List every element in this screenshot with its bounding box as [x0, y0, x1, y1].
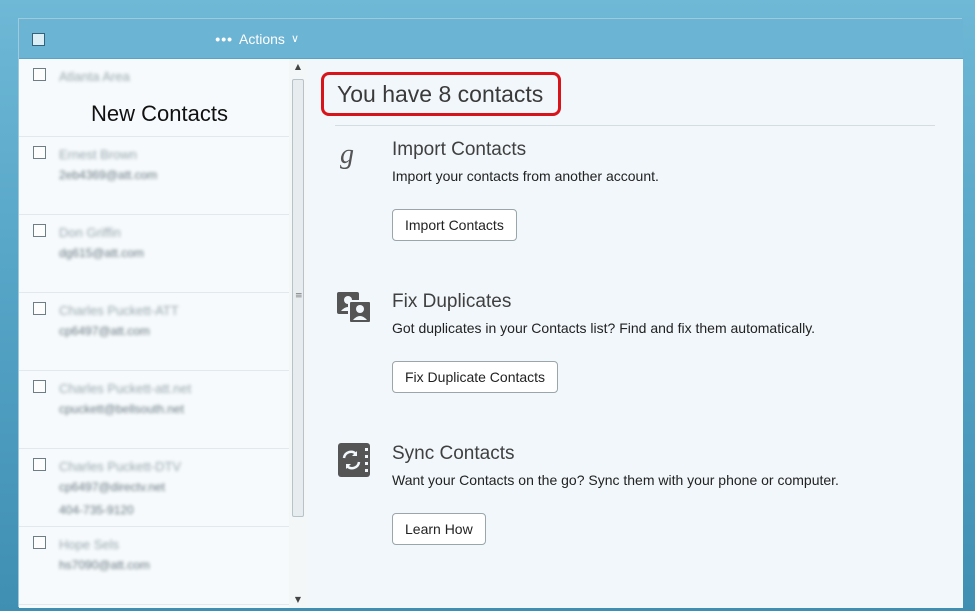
section-title: Fix Duplicates — [392, 291, 512, 312]
section-description: Import your contacts from another accoun… — [392, 168, 659, 184]
list-toolbar: ••• Actions ∨ — [19, 19, 307, 59]
contact-email: dg615@att.com — [59, 246, 144, 260]
contact-phone: 404-735-9120 — [59, 503, 134, 517]
contact-name: Ernest Brown — [59, 147, 138, 162]
actions-menu-button[interactable]: ••• Actions ∨ — [215, 30, 299, 48]
contact-list-item[interactable]: Charles Puckett-ATT cp6497@att.com — [19, 293, 289, 371]
section-title: Import Contacts — [392, 139, 527, 160]
contact-checkbox[interactable] — [33, 146, 46, 159]
main-toolbar — [307, 19, 963, 59]
grip-icon: ≡ — [295, 291, 303, 301]
contact-list-scrollbar[interactable]: ▲ ≡ ▼ — [289, 59, 307, 608]
fix-duplicates-section: Fix Duplicates Got duplicates in your Co… — [335, 289, 935, 409]
section-description: Got duplicates in your Contacts list? Fi… — [392, 320, 816, 336]
contact-checkbox[interactable] — [33, 68, 46, 81]
section-title: Sync Contacts — [392, 443, 515, 464]
learn-how-button[interactable]: Learn How — [392, 513, 486, 545]
contact-email: 2eb4369@att.com — [59, 168, 158, 182]
contact-name: Charles Puckett-ATT — [59, 303, 179, 318]
contact-name: Don Griffin — [59, 225, 121, 240]
sync-contacts-section: Sync Contacts Want your Contacts on the … — [335, 441, 935, 561]
contact-checkbox[interactable] — [33, 536, 46, 549]
import-contacts-button[interactable]: Import Contacts — [392, 209, 517, 241]
contacts-overview-pane: You have 8 contacts g Import Contacts Im… — [307, 19, 963, 608]
contact-list-item[interactable]: Atlanta Area New Contacts — [19, 59, 289, 137]
contact-list-item[interactable]: Ernest Brown 2eb4369@att.com — [19, 137, 289, 215]
section-description: Want your Contacts on the go? Sync them … — [392, 472, 839, 488]
google-g-icon: g — [335, 137, 373, 175]
contact-list: Atlanta Area New Contacts Ernest Brown 2… — [19, 59, 289, 608]
sync-icon — [335, 441, 373, 479]
contact-list-item[interactable]: Hope Sels hs7090@att.com — [19, 527, 289, 605]
new-contacts-label: New Contacts — [91, 101, 228, 127]
actions-label: Actions — [239, 31, 285, 47]
contact-name: Charles Puckett-att.net — [59, 381, 192, 396]
contact-name: Hope Sels — [59, 537, 119, 552]
contact-list-item[interactable]: Don Griffin dg615@att.com — [19, 215, 289, 293]
contact-list-pane: ••• Actions ∨ Atlanta Area New Contacts … — [19, 19, 307, 608]
chevron-down-icon: ∨ — [290, 33, 299, 45]
contact-list-item[interactable]: Charles Puckett-att.net cpuckett@bellsou… — [19, 371, 289, 449]
contact-name: Charles Puckett-DTV — [59, 459, 182, 474]
contact-list-item[interactable]: Charles Puckett-DTV cp6497@directv.net 4… — [19, 449, 289, 527]
fix-duplicate-contacts-button[interactable]: Fix Duplicate Contacts — [392, 361, 559, 393]
contact-email: cp6497@directv.net — [59, 480, 166, 494]
title-divider — [335, 125, 935, 126]
scroll-thumb[interactable]: ≡ — [292, 79, 304, 517]
contact-checkbox[interactable] — [33, 458, 46, 471]
duplicate-contacts-icon — [335, 289, 373, 327]
page-title: You have 8 contacts — [321, 72, 561, 116]
contact-email: cpuckett@bellsouth.net — [59, 402, 184, 416]
contact-name: Atlanta Area — [59, 69, 130, 84]
import-contacts-section: g Import Contacts Import your contacts f… — [335, 137, 935, 257]
contacts-app-window: ••• Actions ∨ Atlanta Area New Contacts … — [18, 18, 963, 608]
contact-email: cp6497@att.com — [59, 324, 150, 338]
scroll-down-arrow-icon[interactable]: ▼ — [289, 592, 307, 608]
contact-checkbox[interactable] — [33, 224, 46, 237]
more-dots-icon: ••• — [215, 31, 234, 47]
contact-checkbox[interactable] — [33, 380, 46, 393]
select-all-checkbox[interactable] — [32, 33, 45, 46]
scroll-up-arrow-icon[interactable]: ▲ — [289, 59, 307, 75]
contact-checkbox[interactable] — [33, 302, 46, 315]
contact-email: hs7090@att.com — [59, 558, 150, 572]
svg-text:g: g — [340, 139, 354, 170]
